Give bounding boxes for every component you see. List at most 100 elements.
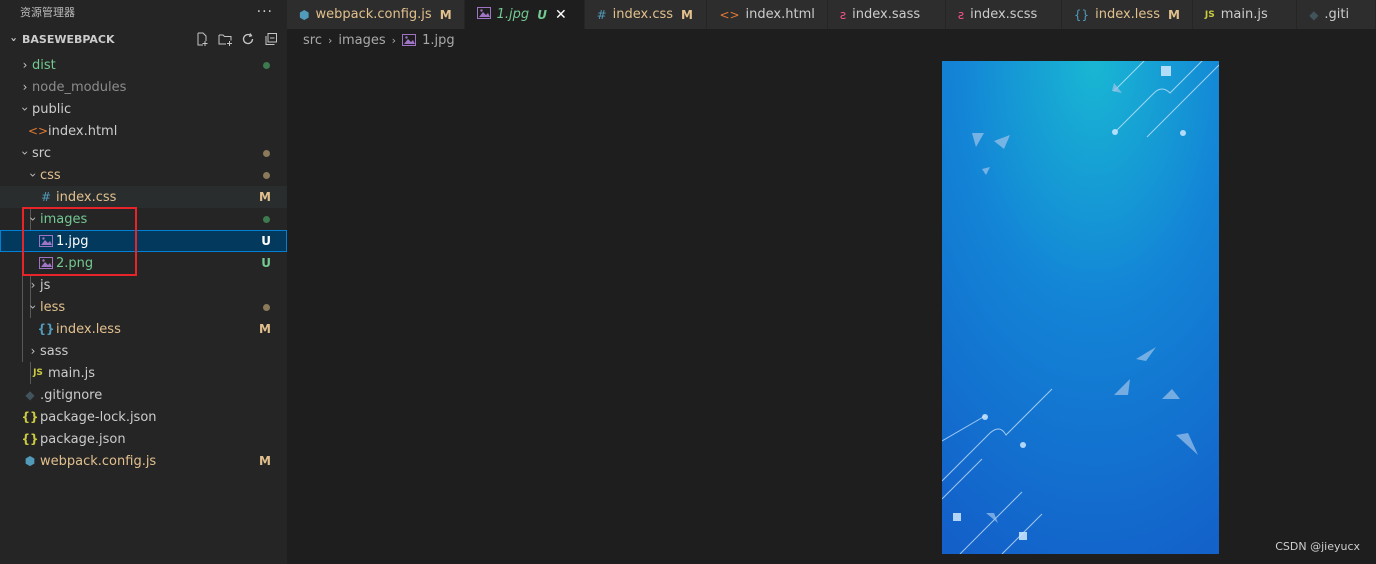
editor-tab[interactable]: ƨ index.scss (945, 0, 1062, 29)
chevron-down-icon[interactable]: › (26, 168, 40, 182)
git-status-dot (263, 149, 270, 157)
tree-item-label: main.js (48, 365, 95, 381)
project-name: BASEWEBPACK (22, 32, 115, 46)
chevron-right-icon[interactable]: › (18, 58, 32, 72)
file-type-icon: <> (27, 124, 49, 138)
more-actions-icon[interactable]: ··· (257, 4, 273, 20)
git-status-badge: M (259, 322, 271, 336)
chevron-down-icon[interactable]: › (18, 102, 32, 116)
tree-item[interactable]: {} index.less M (0, 318, 287, 340)
file-type-icon: ƨ (957, 7, 965, 22)
breadcrumb-separator-icon: › (327, 33, 333, 47)
tab-label: webpack.config.js (315, 7, 432, 22)
tree-item[interactable]: › css (0, 164, 287, 186)
editor-tab[interactable]: <> index.html (707, 0, 828, 29)
file-type-icon: # (596, 7, 607, 22)
file-type-icon: ƨ (839, 7, 847, 22)
file-type-icon: {} (1073, 7, 1090, 22)
breadcrumb-separator-icon: › (391, 33, 397, 47)
tree-item[interactable]: › public (0, 98, 287, 120)
tree-item-label: sass (40, 343, 69, 359)
tree-item[interactable]: {} package.json (0, 428, 287, 450)
tree-item-label: css (40, 167, 61, 183)
new-file-icon[interactable] (194, 31, 210, 47)
tree-item[interactable]: › node_modules (0, 76, 287, 98)
tree-item-label: index.css (56, 189, 117, 205)
chevron-down-icon[interactable]: › (26, 300, 40, 314)
editor-tab[interactable]: # index.css M (584, 0, 708, 29)
file-type-icon: JS (1204, 9, 1215, 20)
breadcrumb: src › images › 1.jpg (287, 29, 455, 51)
tab-label: index.less (1095, 7, 1160, 22)
chevron-right-icon[interactable]: › (26, 344, 40, 358)
tree-item-label: .gitignore (40, 387, 103, 403)
tab-label: index.sass (852, 7, 921, 22)
file-type-icon: ◆ (25, 388, 35, 402)
tree-item-label: js (40, 277, 51, 293)
tab-status: M (1167, 7, 1180, 22)
editor-tab[interactable]: {} index.less M (1061, 0, 1193, 29)
project-root[interactable]: › BASEWEBPACK (0, 24, 287, 54)
tab-label: index.html (745, 7, 815, 22)
tree-item[interactable]: <> index.html (0, 120, 287, 142)
chevron-right-icon[interactable]: › (26, 278, 40, 292)
chevron-down-icon[interactable]: › (18, 146, 32, 160)
tree-item[interactable]: › sass (0, 340, 287, 362)
new-folder-icon[interactable] (217, 31, 233, 47)
tab-label: main.js (1220, 7, 1268, 22)
tree-item-label: less (40, 299, 66, 315)
chevron-right-icon[interactable]: › (18, 80, 32, 94)
image-preview (941, 43, 1220, 555)
editor-tab[interactable]: ƨ index.sass (827, 0, 946, 29)
breadcrumb-item[interactable]: images (338, 33, 385, 48)
image-file-icon (476, 7, 491, 22)
file-type-icon: # (40, 190, 52, 204)
tree-item[interactable]: JS main.js (0, 362, 287, 384)
image-file-icon (402, 34, 417, 46)
git-status-dot (263, 303, 270, 311)
tree-item-label: package-lock.json (40, 409, 157, 425)
tab-label: .giti (1324, 7, 1350, 22)
tree-item[interactable]: › js (0, 274, 287, 296)
tree-item[interactable]: › less (0, 296, 287, 318)
git-status-dot (263, 61, 270, 69)
editor-tab[interactable]: 1.jpg U ✕ (464, 0, 585, 29)
tree-item[interactable]: › dist (0, 54, 287, 76)
refresh-icon[interactable] (240, 31, 256, 47)
file-type-icon: ⬢ (24, 454, 36, 468)
explorer-actions (194, 31, 287, 47)
chevron-down-icon[interactable]: › (8, 31, 21, 47)
close-icon[interactable]: ✕ (555, 7, 567, 23)
tree-item-label: index.less (56, 321, 121, 337)
editor-tabs: ⬢ webpack.config.js M 1.jpg U ✕ # index.css M <> i… (287, 0, 1376, 29)
annotation-highlight-box (22, 207, 137, 276)
editor-tab[interactable]: ⬢ webpack.config.js M (287, 0, 465, 29)
tab-status: M (681, 7, 693, 22)
tree-item[interactable]: ◆ .gitignore (0, 384, 287, 406)
editor-tab[interactable]: ◆ .giti (1297, 0, 1376, 29)
file-type-icon: JS (33, 368, 43, 378)
tab-label: 1.jpg (496, 7, 530, 22)
tree-item[interactable]: {} package-lock.json (0, 406, 287, 428)
breadcrumb-item[interactable]: src (303, 33, 322, 48)
tree-item[interactable]: # index.css M (0, 186, 287, 208)
background-image (941, 43, 1220, 555)
tree-item-label: src (32, 145, 51, 161)
tree-item-label: dist (32, 57, 56, 73)
tree-item-label: public (32, 101, 72, 117)
explorer-title: 资源管理器 (20, 6, 75, 19)
git-status-badge: M (259, 454, 271, 468)
git-status-badge: U (261, 234, 271, 248)
git-status-badge: U (261, 256, 271, 270)
editor-tab[interactable]: JS main.js (1192, 0, 1298, 29)
tree-item-label: node_modules (32, 79, 127, 95)
tab-status: M (439, 7, 452, 22)
breadcrumb-file[interactable]: 1.jpg (422, 33, 455, 48)
file-type-icon: {} (37, 322, 55, 336)
tree-item[interactable]: ⬢ webpack.config.js M (0, 450, 287, 472)
tree-item-label: package.json (40, 431, 126, 447)
tab-label: index.css (612, 7, 674, 22)
collapse-all-icon[interactable] (263, 31, 279, 47)
tree-item[interactable]: › src (0, 142, 287, 164)
git-status-dot (263, 215, 270, 223)
